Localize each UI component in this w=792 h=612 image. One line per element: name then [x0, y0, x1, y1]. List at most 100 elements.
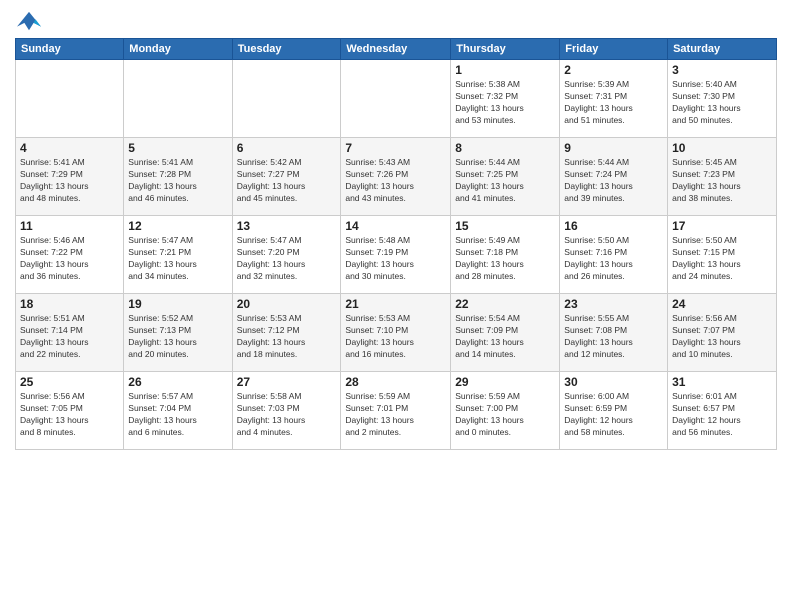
calendar-cell — [124, 60, 232, 138]
day-info: Sunrise: 5:50 AM Sunset: 7:16 PM Dayligh… — [564, 235, 663, 283]
calendar-cell: 29Sunrise: 5:59 AM Sunset: 7:00 PM Dayli… — [451, 372, 560, 450]
calendar-cell: 19 Sunrise: 5:52 AM Sunset: 7:13 PM Dayli… — [124, 294, 232, 372]
day-number: 11 — [20, 219, 119, 233]
day-info: Sunrise: 5:39 AM Sunset: 7:31 PM Dayligh… — [564, 79, 663, 127]
day-info: Sunrise: 5:46 AM Sunset: 7:22 PM Dayligh… — [20, 235, 119, 283]
day-number: 17 — [672, 219, 772, 233]
day-number: 25 — [20, 375, 119, 389]
day-number: 12 — [128, 219, 227, 233]
day-info: Sunrise: 5:53 AM Sunset: 7:12 PM Dayligh… — [237, 313, 337, 361]
day-info: Sunrise: 5:51 AM Sunset: 7:14 PM Dayligh… — [20, 313, 119, 361]
calendar-cell: 14 Sunrise: 5:48 AM Sunset: 7:19 PM Dayli… — [341, 216, 451, 294]
weekday-header-monday: Monday — [124, 39, 232, 60]
day-number: 9 — [564, 141, 663, 155]
day-number: 5 — [128, 141, 227, 155]
day-info: Sunrise: 6:01 AM Sunset: 6:57 PM Dayligh… — [672, 391, 772, 439]
calendar-cell: 15Sunrise: 5:49 AM Sunset: 7:18 PM Dayli… — [451, 216, 560, 294]
calendar-cell — [232, 60, 341, 138]
calendar-week-5: 25 Sunrise: 5:56 AM Sunset: 7:05 PM Dayli… — [16, 372, 777, 450]
calendar-cell: 16 Sunrise: 5:50 AM Sunset: 7:16 PM Dayli… — [560, 216, 668, 294]
header — [15, 10, 777, 34]
day-number: 24 — [672, 297, 772, 311]
day-number: 10 — [672, 141, 772, 155]
day-info: Sunrise: 5:44 AM Sunset: 7:25 PM Dayligh… — [455, 157, 555, 205]
day-info: Sunrise: 5:42 AM Sunset: 7:27 PM Dayligh… — [237, 157, 337, 205]
calendar-cell: 18 Sunrise: 5:51 AM Sunset: 7:14 PM Dayli… — [16, 294, 124, 372]
day-number: 16 — [564, 219, 663, 233]
day-info: Sunrise: 5:45 AM Sunset: 7:23 PM Dayligh… — [672, 157, 772, 205]
calendar-cell: 12 Sunrise: 5:47 AM Sunset: 7:21 PM Dayli… — [124, 216, 232, 294]
day-info: Sunrise: 5:44 AM Sunset: 7:24 PM Dayligh… — [564, 157, 663, 205]
calendar-cell: 5 Sunrise: 5:41 AM Sunset: 7:28 PM Daylig… — [124, 138, 232, 216]
calendar-cell: 22 Sunrise: 5:54 AM Sunset: 7:09 PM Dayli… — [451, 294, 560, 372]
calendar-cell — [341, 60, 451, 138]
day-number: 19 — [128, 297, 227, 311]
calendar-cell: 17 Sunrise: 5:50 AM Sunset: 7:15 PM Dayli… — [668, 216, 777, 294]
day-number: 18 — [20, 297, 119, 311]
calendar-week-3: 11 Sunrise: 5:46 AM Sunset: 7:22 PM Dayli… — [16, 216, 777, 294]
day-info: Sunrise: 5:47 AM Sunset: 7:21 PM Dayligh… — [128, 235, 227, 283]
day-number: 29 — [455, 375, 555, 389]
calendar-cell: 6 Sunrise: 5:42 AM Sunset: 7:27 PM Daylig… — [232, 138, 341, 216]
day-info: Sunrise: 5:43 AM Sunset: 7:26 PM Dayligh… — [345, 157, 446, 205]
day-info: Sunrise: 6:00 AM Sunset: 6:59 PM Dayligh… — [564, 391, 663, 439]
calendar-cell: 8 Sunrise: 5:44 AM Sunset: 7:25 PM Daylig… — [451, 138, 560, 216]
day-number: 26 — [128, 375, 227, 389]
day-info: Sunrise: 5:56 AM Sunset: 7:05 PM Dayligh… — [20, 391, 119, 439]
calendar-week-2: 4 Sunrise: 5:41 AM Sunset: 7:29 PM Daylig… — [16, 138, 777, 216]
calendar-table: SundayMondayTuesdayWednesdayThursdayFrid… — [15, 38, 777, 450]
weekday-header-wednesday: Wednesday — [341, 39, 451, 60]
day-info: Sunrise: 5:48 AM Sunset: 7:19 PM Dayligh… — [345, 235, 446, 283]
weekday-header-tuesday: Tuesday — [232, 39, 341, 60]
day-number: 30 — [564, 375, 663, 389]
weekday-header-row: SundayMondayTuesdayWednesdayThursdayFrid… — [16, 39, 777, 60]
weekday-header-saturday: Saturday — [668, 39, 777, 60]
day-info: Sunrise: 5:41 AM Sunset: 7:29 PM Dayligh… — [20, 157, 119, 205]
day-info: Sunrise: 5:55 AM Sunset: 7:08 PM Dayligh… — [564, 313, 663, 361]
day-number: 1 — [455, 63, 555, 77]
day-info: Sunrise: 5:49 AM Sunset: 7:18 PM Dayligh… — [455, 235, 555, 283]
calendar-cell: 21 Sunrise: 5:53 AM Sunset: 7:10 PM Dayli… — [341, 294, 451, 372]
day-number: 7 — [345, 141, 446, 155]
day-info: Sunrise: 5:40 AM Sunset: 7:30 PM Dayligh… — [672, 79, 772, 127]
day-number: 27 — [237, 375, 337, 389]
day-number: 20 — [237, 297, 337, 311]
day-info: Sunrise: 5:47 AM Sunset: 7:20 PM Dayligh… — [237, 235, 337, 283]
calendar-cell: 13 Sunrise: 5:47 AM Sunset: 7:20 PM Dayli… — [232, 216, 341, 294]
logo-icon — [15, 10, 43, 34]
day-info: Sunrise: 5:54 AM Sunset: 7:09 PM Dayligh… — [455, 313, 555, 361]
calendar-cell: 10 Sunrise: 5:45 AM Sunset: 7:23 PM Dayli… — [668, 138, 777, 216]
day-number: 28 — [345, 375, 446, 389]
calendar-cell: 4 Sunrise: 5:41 AM Sunset: 7:29 PM Daylig… — [16, 138, 124, 216]
calendar-cell: 24 Sunrise: 5:56 AM Sunset: 7:07 PM Dayli… — [668, 294, 777, 372]
weekday-header-thursday: Thursday — [451, 39, 560, 60]
calendar-cell: 20 Sunrise: 5:53 AM Sunset: 7:12 PM Dayli… — [232, 294, 341, 372]
calendar-cell: 25 Sunrise: 5:56 AM Sunset: 7:05 PM Dayli… — [16, 372, 124, 450]
calendar-week-4: 18 Sunrise: 5:51 AM Sunset: 7:14 PM Dayli… — [16, 294, 777, 372]
logo — [15, 10, 47, 34]
day-number: 22 — [455, 297, 555, 311]
day-info: Sunrise: 5:57 AM Sunset: 7:04 PM Dayligh… — [128, 391, 227, 439]
calendar-cell: 26 Sunrise: 5:57 AM Sunset: 7:04 PM Dayli… — [124, 372, 232, 450]
calendar-cell: 3 Sunrise: 5:40 AM Sunset: 7:30 PM Daylig… — [668, 60, 777, 138]
day-info: Sunrise: 5:41 AM Sunset: 7:28 PM Dayligh… — [128, 157, 227, 205]
day-info: Sunrise: 5:59 AM Sunset: 7:01 PM Dayligh… — [345, 391, 446, 439]
calendar-cell: 27Sunrise: 5:58 AM Sunset: 7:03 PM Dayli… — [232, 372, 341, 450]
calendar-cell: 2 Sunrise: 5:39 AM Sunset: 7:31 PM Daylig… — [560, 60, 668, 138]
calendar-cell: 7 Sunrise: 5:43 AM Sunset: 7:26 PM Daylig… — [341, 138, 451, 216]
day-number: 14 — [345, 219, 446, 233]
day-number: 21 — [345, 297, 446, 311]
weekday-header-friday: Friday — [560, 39, 668, 60]
calendar-cell: 1Sunrise: 5:38 AM Sunset: 7:32 PM Daylig… — [451, 60, 560, 138]
day-number: 8 — [455, 141, 555, 155]
day-number: 4 — [20, 141, 119, 155]
day-info: Sunrise: 5:53 AM Sunset: 7:10 PM Dayligh… — [345, 313, 446, 361]
day-number: 6 — [237, 141, 337, 155]
day-number: 2 — [564, 63, 663, 77]
day-info: Sunrise: 5:52 AM Sunset: 7:13 PM Dayligh… — [128, 313, 227, 361]
day-info: Sunrise: 5:50 AM Sunset: 7:15 PM Dayligh… — [672, 235, 772, 283]
day-number: 3 — [672, 63, 772, 77]
calendar-cell: 9 Sunrise: 5:44 AM Sunset: 7:24 PM Daylig… — [560, 138, 668, 216]
day-info: Sunrise: 5:56 AM Sunset: 7:07 PM Dayligh… — [672, 313, 772, 361]
day-number: 13 — [237, 219, 337, 233]
